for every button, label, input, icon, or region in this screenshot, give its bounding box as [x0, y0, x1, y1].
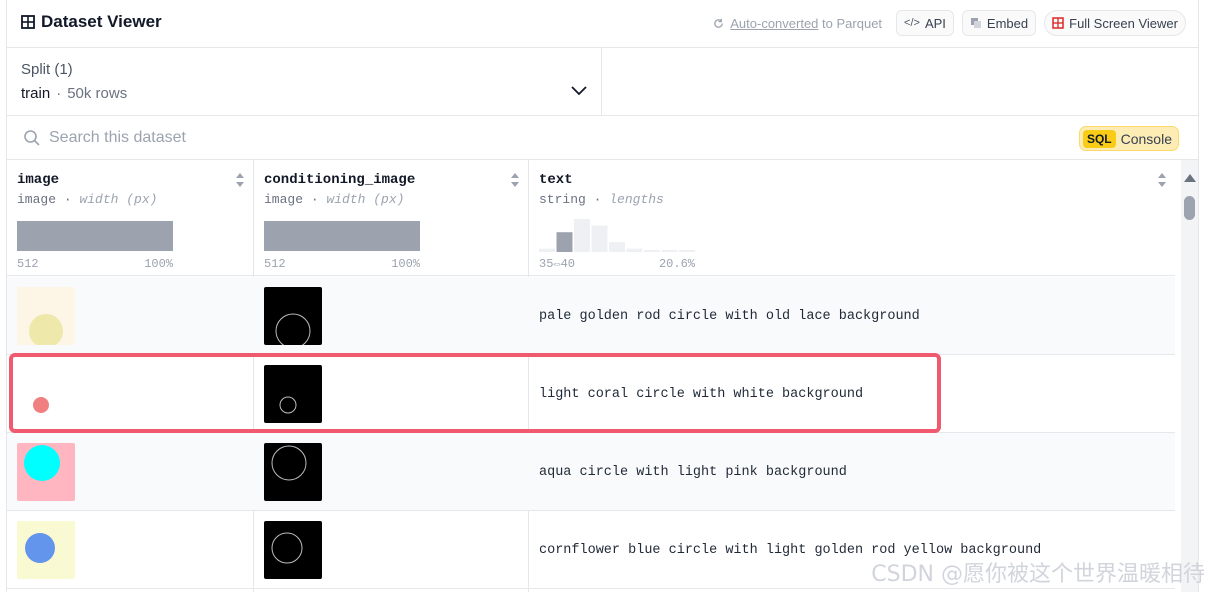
histogram-range: 35⇔40 20.6% [539, 257, 695, 271]
column-name: image [17, 172, 60, 188]
to-parquet-text: to Parquet [822, 15, 883, 31]
conditioning-image-thumbnail[interactable] [264, 521, 322, 579]
column-type: string · lengths [539, 192, 664, 207]
histogram-bin [661, 250, 678, 252]
page-title: Dataset Viewer [21, 12, 162, 32]
api-button[interactable]: </> API [896, 10, 954, 36]
scroll-thumb[interactable] [1184, 196, 1195, 220]
split-row: Split (1) train · 50k rows [7, 48, 1198, 116]
scroll-up-icon[interactable] [1184, 174, 1196, 182]
circle-image [29, 314, 63, 348]
histogram-bin [539, 248, 555, 252]
embed-button[interactable]: Embed [961, 10, 1037, 36]
auto-converted-info: Auto-converted to Parquet [713, 16, 882, 31]
conditioning-image-thumbnail[interactable] [264, 287, 322, 349]
column-header-text[interactable]: text string · lengths 35⇔40 20.6% [529, 160, 1175, 276]
histogram-bar [264, 221, 420, 251]
table-row[interactable]: aqua circle with light pink background [7, 433, 1175, 511]
image-thumbnail[interactable] [17, 521, 75, 579]
table-icon [21, 15, 35, 29]
image-thumbnail[interactable] [17, 287, 75, 348]
histogram-bin [574, 219, 590, 252]
full-screen-viewer-button[interactable]: Full Screen Viewer [1044, 10, 1186, 36]
search-row: SQL Console [7, 116, 1198, 160]
sort-icon[interactable] [235, 172, 245, 188]
viewer-header: Dataset Viewer Auto-converted to Parquet… [7, 0, 1198, 48]
histogram-bar [17, 221, 173, 251]
sql-console-button[interactable]: SQL Console [1078, 126, 1179, 151]
embed-icon [970, 18, 981, 28]
split-label: Split (1) [21, 61, 73, 78]
scrollbar[interactable] [1181, 160, 1198, 592]
image-thumbnail[interactable] [17, 443, 75, 501]
code-icon: </> [904, 17, 920, 29]
circle-image [33, 397, 49, 413]
api-label: API [924, 15, 946, 31]
column-header-conditioning-image[interactable]: conditioning_image image · width (px) 51… [254, 160, 528, 276]
table-row[interactable]: light coral circle with white background [7, 355, 1175, 433]
sort-icon[interactable] [510, 172, 520, 188]
length-histogram [539, 219, 695, 252]
column-type: image · width (px) [264, 192, 405, 207]
dataset-viewer-panel: Dataset Viewer Auto-converted to Parquet… [6, 0, 1199, 592]
circle-image [24, 445, 60, 481]
title-text: Dataset Viewer [41, 12, 162, 31]
text-cell: aqua circle with light pink background [539, 464, 847, 480]
sql-badge: SQL [1082, 129, 1116, 148]
histogram-bin [626, 248, 643, 252]
watermark: CSDN @愿你被这个世界温暖相待 [871, 562, 1205, 587]
auto-converted-link[interactable]: Auto-converted [730, 16, 818, 31]
split-selector[interactable]: Split (1) train · 50k rows [7, 48, 602, 116]
column-name: text [539, 172, 573, 188]
text-cell: pale golden rod circle with old lace bac… [539, 308, 920, 324]
circle-outline-image [275, 313, 311, 349]
search-icon [24, 130, 40, 146]
histogram-bin [679, 250, 695, 252]
embed-label: Embed [986, 15, 1029, 31]
split-row-count: 50k rows [67, 85, 128, 102]
grid-icon [1052, 17, 1064, 29]
split-separator: · [56, 85, 62, 102]
column-type: image · width (px) [17, 192, 158, 207]
data-table: image image · width (px) 512 100% conditi… [7, 160, 1175, 592]
refresh-icon [714, 18, 724, 28]
conditioning-image-thumbnail[interactable] [264, 365, 322, 423]
histogram-range: 512 100% [17, 257, 173, 271]
histogram-bin [644, 250, 660, 252]
column-header-image[interactable]: image image · width (px) 512 100% [7, 160, 253, 276]
table-row[interactable]: pale golden rod circle with old lace bac… [7, 277, 1175, 355]
full-screen-label: Full Screen Viewer [1069, 15, 1178, 31]
image-thumbnail[interactable] [17, 365, 75, 423]
histogram-bin [591, 225, 608, 252]
circle-outline-image [279, 396, 297, 414]
console-label: Console [1120, 130, 1172, 147]
histogram-bin [609, 242, 625, 252]
circle-image [25, 533, 55, 563]
histogram-bin [556, 232, 573, 252]
column-name: conditioning_image [264, 172, 416, 188]
circle-outline-image [271, 532, 303, 564]
search-input[interactable] [49, 124, 449, 152]
conditioning-image-thumbnail[interactable] [264, 443, 322, 501]
text-cell: light coral circle with white background [539, 386, 864, 402]
split-name: train [21, 85, 51, 102]
sort-icon[interactable] [1157, 172, 1167, 188]
split-value: train · 50k rows [21, 85, 127, 102]
histogram-range: 512 100% [264, 257, 420, 271]
chevron-down-icon[interactable] [571, 86, 587, 96]
circle-outline-image [271, 445, 307, 481]
